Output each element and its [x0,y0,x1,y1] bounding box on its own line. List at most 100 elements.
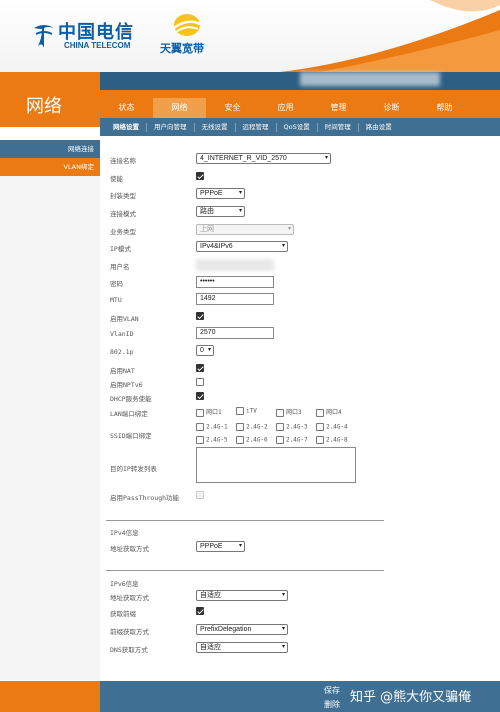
encap-select[interactable]: PPPoE ▾ [196,188,245,199]
section-divider [106,520,384,521]
chevron-down-icon: ▾ [238,543,242,549]
tab-application[interactable]: 应用 [259,98,312,118]
service-select: 上网 ▾ [196,224,294,235]
username-input[interactable] [196,259,274,271]
tianyi-logo: 天翼宽带 [160,12,220,62]
subtab-user-management[interactable]: 用户向管理 [147,122,195,132]
chevron-down-icon: ▾ [238,208,242,214]
ssid-port[interactable]: 2.4G-8 [316,436,348,444]
subtab-qos[interactable]: QoS设置 [277,122,318,132]
sidebar-item-network-connection[interactable]: 网络连接 [0,140,100,158]
ssid-port-checkbox[interactable] [316,436,324,444]
mtu-label: MTU [110,296,122,304]
lan-port-3-checkbox[interactable] [276,408,284,417]
sub-tabs: 网络设置 用户向管理 无线设置 远程管理 QoS设置 时间管理 路由设置 [100,118,500,136]
chevron-down-icon: ▾ [281,243,285,249]
ip-mode-label: IP模式 [110,245,131,253]
section-divider [106,570,384,571]
subtab-wireless[interactable]: 无线设置 [195,122,236,132]
main-tabs: 状态 网络 安全 应用 管理 诊断 帮助 [100,98,500,118]
chevron-down-icon: ▾ [281,644,285,650]
ipv4-addr-mode-value: PPPoE [200,543,223,550]
tab-help[interactable]: 帮助 [418,98,471,118]
dot1p-label: 802.1p [110,348,134,356]
tab-network[interactable]: 网络 [153,98,206,118]
tab-management[interactable]: 管理 [312,98,365,118]
ssid-port[interactable]: 2.4G-3 [276,423,308,431]
vlanid-input[interactable]: 2570 [196,327,274,339]
service-label: 业务类型 [110,228,136,236]
chevron-down-icon: ▾ [238,190,242,196]
prefix-mode-select[interactable]: PrefixDelegation ▾ [196,624,288,635]
lan-port-4[interactable]: 网口4 [316,407,342,417]
ssid-port-checkbox[interactable] [276,436,284,444]
subtab-routing[interactable]: 路由设置 [359,123,399,132]
passthrough-checkbox [196,491,204,499]
chevron-down-icon: ▾ [207,347,211,353]
dot1p-select[interactable]: 0 ▾ [196,345,214,356]
dhcp-checkbox[interactable] [196,392,204,400]
ssid-port[interactable]: 2.4G-1 [196,423,228,431]
footer-left [0,681,100,712]
watermark: 知乎 @熊大你又骗俺 [350,690,472,705]
lan-port-4-checkbox[interactable] [316,408,324,417]
prefix-get-checkbox[interactable] [196,607,204,615]
dot1p-value: 0 [200,347,204,354]
ip-mode-select[interactable]: IPv4&IPv6 ▾ [196,241,288,252]
ipv4-addr-mode-select[interactable]: PPPoE ▾ [196,541,245,552]
dns-mode-value: 自适应 [200,644,221,651]
delete-button[interactable]: 删除 [324,699,340,710]
ssid-port[interactable]: 2.4G-6 [236,436,268,444]
conn-mode-value: 路由 [200,208,214,215]
lan-port-1[interactable]: 网口1 [196,407,222,417]
ssid-port-checkbox[interactable] [316,423,324,431]
nat-label: 启用NAT [110,367,135,375]
mtu-input[interactable]: 1492 [196,293,274,305]
conn-name-value: 4_INTERNET_R_VID_2570 [200,155,287,162]
enable-checkbox[interactable] [196,172,204,180]
ssid-port-checkbox[interactable] [196,423,204,431]
dns-mode-select[interactable]: 自适应 ▾ [196,642,288,653]
password-label: 密码 [110,280,123,288]
save-button[interactable]: 保存 [324,685,340,696]
ssid-port-checkbox[interactable] [196,436,204,444]
nat-checkbox[interactable] [196,364,204,372]
lan-port-itv[interactable]: iTV [236,407,257,415]
ssid-port[interactable]: 2.4G-7 [276,436,308,444]
subtab-remote[interactable]: 远程管理 [236,122,277,132]
ssid-port-checkbox[interactable] [236,436,244,444]
sidebar: 网络连接 VLAN绑定 [0,140,100,680]
vlanid-label: VlanID [110,330,134,338]
section-title: 网络 [26,96,62,117]
lan-port-1-checkbox[interactable] [196,408,204,417]
ssid-bind-label: SSID端口绑定 [110,432,152,440]
prefix-mode-value: PrefixDelegation [200,626,252,633]
footer: 保存 删除 知乎 @熊大你又骗俺 [100,681,500,712]
tab-diagnose[interactable]: 诊断 [365,98,418,118]
vlan-enable-label: 启用VLAN [110,315,139,323]
nptv6-checkbox[interactable] [196,378,204,386]
tab-security[interactable]: 安全 [206,98,259,118]
tab-status[interactable]: 状态 [100,98,153,118]
conn-mode-select[interactable]: 路由 ▾ [196,206,245,217]
vlan-enable-checkbox[interactable] [196,312,204,320]
ssid-port-checkbox[interactable] [276,423,284,431]
ssid-port[interactable]: 2.4G-5 [196,436,228,444]
ssid-port[interactable]: 2.4G-2 [236,423,268,431]
encap-label: 封装类型 [110,192,136,200]
dest-ip-textarea[interactable] [196,447,356,483]
subtab-network-settings[interactable]: 网络设置 [106,122,147,132]
lan-port-itv-checkbox[interactable] [236,407,244,415]
sidebar-item-vlan-binding[interactable]: VLAN绑定 [0,158,100,176]
ipv6-info-label: IPv6信息 [110,580,139,588]
subtab-time[interactable]: 时间管理 [318,122,359,132]
ssid-port-checkbox[interactable] [236,423,244,431]
encap-value: PPPoE [200,190,223,197]
conn-name-select[interactable]: 4_INTERNET_R_VID_2570 ▾ [196,153,331,164]
password-input[interactable]: •••••• [196,276,274,288]
ipv6-addr-mode-select[interactable]: 自适应 ▾ [196,590,288,601]
dhcp-label: DHCP服务使能 [110,395,152,403]
lan-port-3[interactable]: 网口3 [276,407,302,417]
ipv4-addr-mode-label: 地址获取方式 [110,545,149,553]
ssid-port[interactable]: 2.4G-4 [316,423,348,431]
